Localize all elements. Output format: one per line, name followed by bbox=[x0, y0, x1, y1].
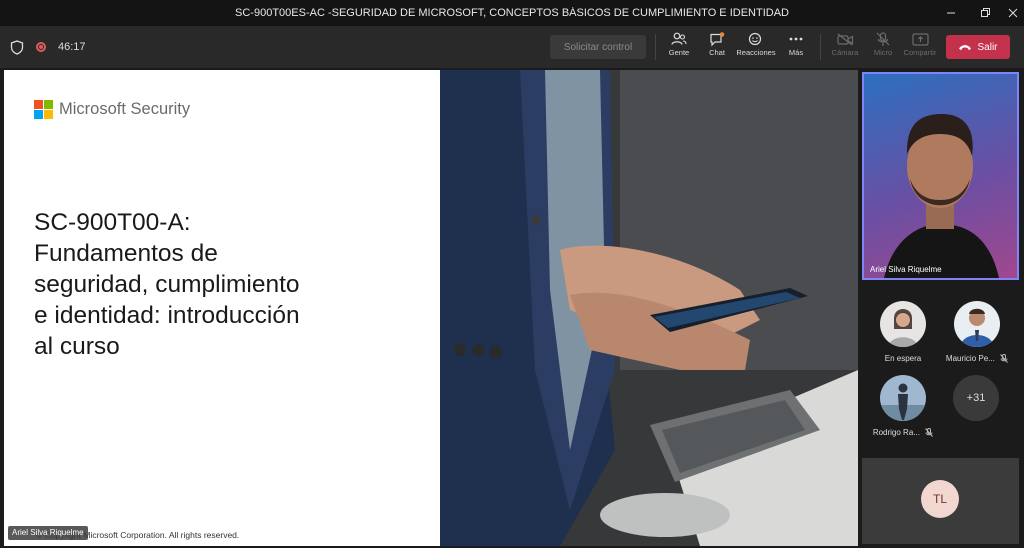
presenter-name-tag: Ariel Silva Riquelme bbox=[8, 526, 88, 540]
mic-off-icon bbox=[876, 31, 890, 46]
title-bar: SC-900T00ES-AC -SEGURIDAD DE MICROSOFT, … bbox=[0, 0, 1024, 26]
close-window-button[interactable] bbox=[996, 0, 1024, 26]
participant-name: Mauricio Pe... bbox=[945, 354, 1008, 364]
people-label: Gente bbox=[668, 48, 690, 57]
leave-button[interactable]: Salir bbox=[946, 35, 1010, 59]
share-button[interactable]: Compartir bbox=[898, 30, 942, 64]
participant-name-text: Mauricio Pe... bbox=[945, 354, 995, 363]
meeting-toolbar: 46:17 Solicitar control Gente Chat Reacc… bbox=[0, 26, 1024, 68]
participant-tile[interactable]: En espera bbox=[863, 301, 943, 373]
participant-avatar-image bbox=[880, 375, 926, 421]
slide-title-line: Fundamentos de bbox=[34, 240, 218, 267]
avatar: TL bbox=[921, 480, 959, 518]
avatar bbox=[880, 301, 926, 347]
window-title: SC-900T00ES-AC -SEGURIDAD DE MICROSOFT, … bbox=[235, 7, 789, 19]
reactions-button[interactable]: Reacciones bbox=[734, 30, 778, 64]
slide-title-line: al curso bbox=[34, 333, 120, 360]
slide-title-line: seguridad, cumplimiento bbox=[34, 271, 300, 298]
mic-off-icon bbox=[925, 428, 934, 438]
reactions-label: Reacciones bbox=[736, 48, 776, 57]
more-participants-button[interactable]: +31 bbox=[953, 375, 999, 421]
toolbar-divider bbox=[655, 34, 656, 60]
chat-button[interactable]: Chat bbox=[695, 30, 739, 64]
presenter-video-name: Ariel Silva Riquelme bbox=[870, 265, 942, 274]
hang-up-icon bbox=[959, 45, 972, 51]
shield-icon[interactable] bbox=[10, 39, 24, 55]
toolbar-divider bbox=[820, 34, 821, 60]
more-dots-icon bbox=[789, 37, 803, 41]
microsoft-security-logo: Microsoft Security bbox=[34, 100, 190, 119]
share-label: Compartir bbox=[903, 48, 937, 57]
more-button[interactable]: Más bbox=[774, 30, 818, 64]
minimize-icon bbox=[947, 12, 955, 14]
restore-icon bbox=[981, 8, 990, 17]
avatar bbox=[880, 375, 926, 421]
participant-tile[interactable]: Rodrigo Ra... bbox=[863, 375, 943, 447]
people-icon bbox=[671, 32, 687, 45]
participant-name: Rodrigo Ra... bbox=[872, 428, 934, 438]
camera-label: Cámara bbox=[831, 48, 859, 57]
person-using-phone-image bbox=[440, 70, 858, 546]
meeting-status: 46:17 bbox=[10, 26, 86, 68]
leave-label: Salir bbox=[977, 41, 998, 53]
chat-label: Chat bbox=[709, 48, 725, 57]
participant-tile[interactable]: Mauricio Pe... bbox=[937, 301, 1017, 373]
slide-title-line: SC-900T00-A: bbox=[34, 209, 191, 236]
participant-video-tile[interactable]: TL bbox=[862, 458, 1019, 544]
microsoft-logo-icon bbox=[34, 100, 53, 119]
participant-name: En espera bbox=[884, 354, 922, 363]
participant-avatar-image bbox=[880, 301, 926, 347]
chat-icon bbox=[710, 31, 725, 46]
meeting-stage: Microsoft Security SC-900T00-A: Fundamen… bbox=[0, 68, 1024, 548]
share-screen-icon bbox=[911, 32, 929, 46]
slide-photo bbox=[440, 70, 858, 546]
presenter-video bbox=[884, 114, 999, 278]
close-icon bbox=[1008, 8, 1018, 18]
avatar bbox=[954, 301, 1000, 347]
brand-name: Microsoft Security bbox=[59, 100, 191, 118]
request-control-button[interactable]: Solicitar control bbox=[550, 35, 646, 59]
recording-icon bbox=[36, 42, 46, 52]
elapsed-time: 46:17 bbox=[58, 41, 86, 53]
shared-slide: Microsoft Security SC-900T00-A: Fundamen… bbox=[4, 70, 440, 546]
mic-label: Micro bbox=[873, 48, 893, 57]
minimize-button[interactable] bbox=[934, 0, 968, 26]
reactions-icon bbox=[748, 32, 762, 45]
more-label: Más bbox=[788, 48, 804, 57]
presenter-video-tile[interactable]: Ariel Silva Riquelme bbox=[862, 72, 1019, 280]
participant-avatar-image bbox=[954, 301, 1000, 347]
camera-off-icon bbox=[836, 33, 853, 45]
slide-title: SC-900T00-A: Fundamentos de seguridad, c… bbox=[34, 207, 374, 362]
mic-off-icon bbox=[1000, 354, 1008, 364]
slide-title-line: e identidad: introducción bbox=[34, 302, 300, 329]
participant-name-text: Rodrigo Ra... bbox=[872, 428, 920, 437]
